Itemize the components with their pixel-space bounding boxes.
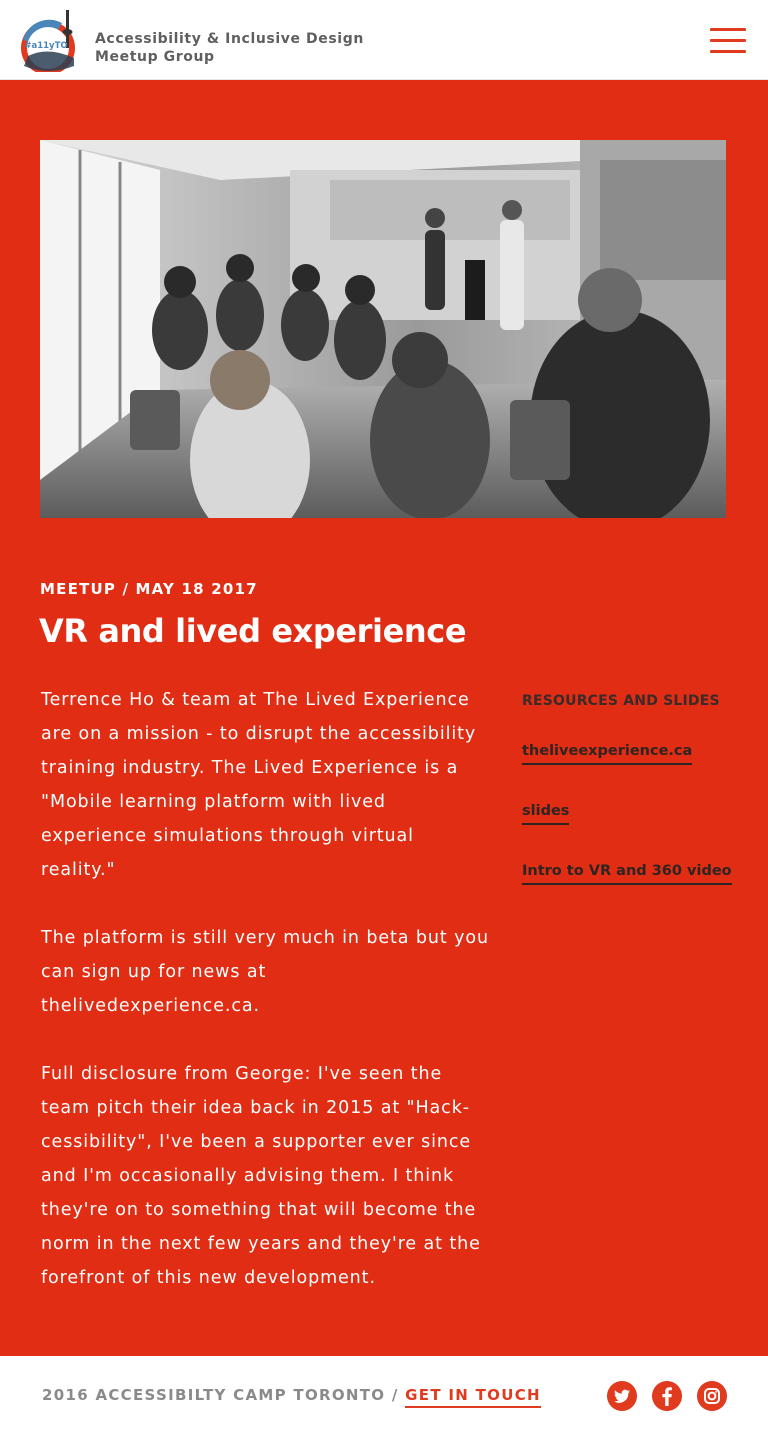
instagram-icon	[697, 1381, 727, 1411]
main-content: MEETUP / MAY 18 2017 VR and lived experi…	[0, 80, 768, 1356]
article-paragraph: Full disclosure from George: I've seen t…	[41, 1064, 481, 1288]
photo-illustration	[40, 140, 726, 518]
site-title[interactable]: Accessibility & Inclusive Design Meetup …	[95, 30, 364, 66]
footer-text: 2016 ACCESSIBILTY CAMP TORONTO / GET IN …	[42, 1386, 541, 1408]
instagram-link[interactable]	[696, 1380, 728, 1412]
site-header: #a11yTO Accessibility & Inclusive Design…	[0, 0, 768, 80]
meetup-audience-photo	[40, 140, 726, 518]
resource-link-website[interactable]: theliveexperience.ca	[522, 743, 693, 765]
resources-sidebar: RESOURCES AND SLIDES theliveexperience.c…	[522, 693, 742, 885]
article-body: Terrence Ho & team at The Lived Experien…	[41, 683, 491, 1329]
twitter-link[interactable]	[606, 1380, 638, 1412]
site-footer: 2016 ACCESSIBILTY CAMP TORONTO / GET IN …	[0, 1356, 768, 1435]
facebook-icon	[652, 1381, 682, 1411]
article-paragraph: Terrence Ho & team at The Lived Experien…	[41, 690, 477, 880]
cn-tower-logo-icon: #a11yTO	[21, 10, 75, 75]
facebook-link[interactable]	[651, 1380, 683, 1412]
site-logo[interactable]: #a11yTO	[18, 10, 80, 75]
resource-link-slides[interactable]: slides	[522, 803, 570, 825]
article-paragraph: The platform is still very much in beta …	[41, 928, 489, 1016]
logo-text: #a11yTO	[24, 41, 67, 51]
footer-copyright: 2016 ACCESSIBILTY CAMP TORONTO /	[42, 1386, 406, 1404]
menu-button[interactable]	[710, 26, 748, 56]
site-title-line-1: Accessibility & Inclusive Design	[95, 31, 364, 47]
resources-heading: RESOURCES AND SLIDES	[522, 693, 720, 709]
twitter-icon	[607, 1381, 637, 1411]
page-title: VR and lived experience	[39, 612, 467, 650]
get-in-touch-link[interactable]: GET IN TOUCH	[405, 1386, 541, 1408]
site-title-line-2: Meetup Group	[95, 49, 215, 65]
post-meta: MEETUP / MAY 18 2017	[40, 580, 258, 598]
resource-link-intro-video[interactable]: Intro to VR and 360 video	[522, 863, 732, 885]
